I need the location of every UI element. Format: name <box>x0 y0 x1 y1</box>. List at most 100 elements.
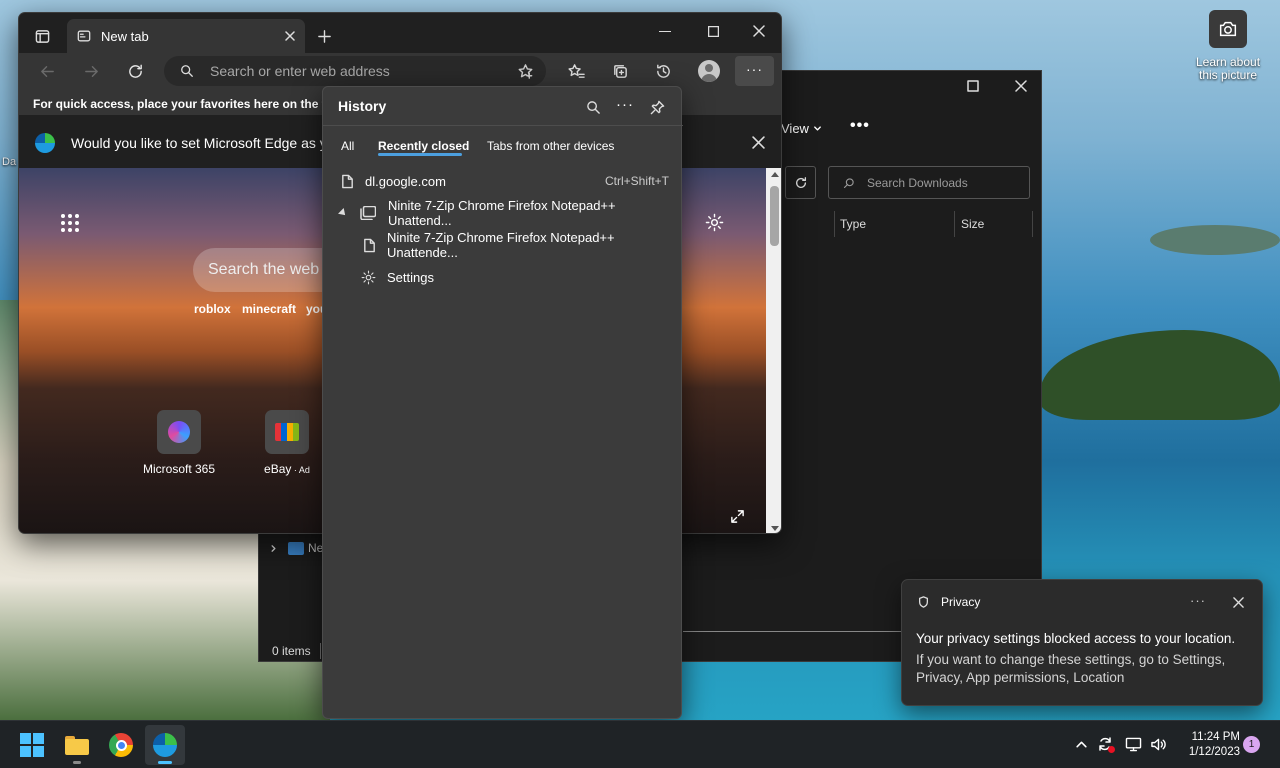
refresh-icon[interactable] <box>123 60 147 82</box>
infobar-close-icon[interactable] <box>752 136 765 149</box>
chevron-down-icon <box>813 124 822 133</box>
ebay-icon <box>265 410 309 454</box>
taskbar-edge[interactable] <box>145 725 185 765</box>
windows-logo-icon <box>20 733 44 757</box>
refresh-button[interactable] <box>785 166 816 199</box>
infobar-text: Would you like to set Microsoft Edge as … <box>71 135 343 151</box>
quick-link-tile[interactable]: eBay · Ad <box>245 410 329 476</box>
clock-time: 11:24 PM <box>1191 731 1240 743</box>
history-item[interactable]: Ninite 7-Zip Chrome Firefox Notepad++ Un… <box>323 229 681 261</box>
chrome-icon <box>109 733 133 757</box>
minimize-icon[interactable] <box>659 31 671 32</box>
history-flyout: History ··· All Recently closed Tabs fro… <box>322 86 683 719</box>
taskbar-clock[interactable]: 11:24 PM 1/12/2023 <box>1174 730 1240 760</box>
scrollbar-thumb[interactable] <box>770 186 779 246</box>
add-favorite-star-icon[interactable] <box>517 63 534 80</box>
history-item[interactable]: Settings <box>323 261 681 293</box>
pin-icon[interactable] <box>647 97 667 117</box>
history-tab-recently-closed[interactable]: Recently closed <box>378 139 469 153</box>
history-tab-other-devices[interactable]: Tabs from other devices <box>487 139 614 153</box>
app-launcher-icon[interactable] <box>61 214 79 232</box>
chevron-up-icon[interactable] <box>1074 737 1088 751</box>
address-bar[interactable]: Search or enter web address <box>164 56 546 86</box>
volume-icon[interactable] <box>1149 735 1167 753</box>
page-scrollbar[interactable] <box>766 168 781 533</box>
view-menu-button[interactable]: View <box>781 121 822 136</box>
search-downloads-input[interactable]: Search Downloads <box>828 166 1030 199</box>
column-header-size[interactable]: Size <box>961 217 984 231</box>
desktop-island <box>1040 330 1280 420</box>
quick-link-tile[interactable]: Microsoft 365 <box>137 410 221 476</box>
search-icon <box>843 177 855 189</box>
history-tab-all[interactable]: All <box>341 139 354 153</box>
notification-close-icon[interactable] <box>1232 596 1244 608</box>
start-button[interactable] <box>12 725 52 765</box>
status-divider <box>320 643 321 659</box>
sync-icon[interactable] <box>1096 735 1115 753</box>
notification-body: If you want to change these settings, go… <box>916 652 1226 685</box>
back-arrow-icon[interactable] <box>35 60 59 82</box>
taskbar: 11:24 PM 1/12/2023 1 <box>0 720 1280 768</box>
running-indicator <box>73 761 81 764</box>
tab-actions-icon[interactable] <box>31 25 53 47</box>
view-label: View <box>781 121 809 136</box>
notification-more-icon[interactable]: ··· <box>1190 593 1206 608</box>
shield-icon <box>918 596 929 608</box>
history-item[interactable]: dl.google.com Ctrl+Shift+T <box>323 165 681 197</box>
close-icon[interactable] <box>1007 77 1035 95</box>
window-tabs-icon <box>360 206 376 220</box>
close-window-icon[interactable] <box>751 23 767 39</box>
scroll-down-arrow-icon[interactable] <box>771 526 779 531</box>
suggestion-chip[interactable]: minecraft <box>242 302 306 316</box>
scroll-up-arrow-icon[interactable] <box>771 172 779 177</box>
history-icon[interactable] <box>652 60 674 82</box>
fullscreen-expand-icon[interactable] <box>727 506 747 526</box>
new-tab-plus-icon[interactable] <box>313 25 335 47</box>
notification-app-name: Privacy <box>941 595 981 609</box>
tile-label: Microsoft 365 <box>142 462 216 476</box>
forward-arrow-icon[interactable] <box>79 60 103 82</box>
favorites-icon[interactable] <box>565 60 587 82</box>
clock-date: 1/12/2023 <box>1188 746 1240 758</box>
taskbar-file-explorer[interactable] <box>57 725 97 765</box>
column-header-type[interactable]: Type <box>840 217 866 231</box>
desktop-island-far <box>1150 225 1280 255</box>
desktop-icon-learn-about-picture[interactable]: Learn about this picture <box>1190 10 1266 82</box>
chevron-right-icon <box>269 544 278 553</box>
suggestion-chip[interactable]: roblox <box>194 302 242 316</box>
nav-tree-item-network[interactable]: Ne <box>269 541 323 555</box>
column-divider <box>1032 211 1033 237</box>
profile-avatar[interactable] <box>698 60 720 82</box>
network-icon <box>288 541 304 555</box>
edge-icon <box>153 733 177 757</box>
collections-icon[interactable] <box>609 60 631 82</box>
network-icon[interactable] <box>1124 735 1142 753</box>
tab-close-icon[interactable] <box>285 31 295 41</box>
history-more-options-icon[interactable]: ··· <box>616 96 634 113</box>
history-item-label: dl.google.com <box>365 173 446 189</box>
taskbar-chrome[interactable] <box>101 725 141 765</box>
privacy-notification[interactable]: Privacy ··· Your privacy settings blocke… <box>901 579 1263 706</box>
search-suggestions: roblox minecraft you <box>194 302 327 316</box>
notification-title: Your privacy settings blocked access to … <box>916 631 1236 646</box>
refresh-icon <box>795 176 806 188</box>
error-badge <box>1108 746 1115 753</box>
notification-header: Privacy <box>918 595 980 609</box>
history-header-divider <box>323 125 683 126</box>
active-indicator <box>158 761 172 764</box>
collapse-triangle-icon[interactable] <box>338 208 348 218</box>
maximize-icon[interactable] <box>705 23 721 39</box>
page-icon <box>341 174 354 189</box>
settings-and-more-button[interactable]: ··· <box>735 56 774 86</box>
history-search-icon[interactable] <box>583 97 603 117</box>
settings-gear-icon <box>361 270 376 285</box>
edge-logo-icon <box>35 133 55 153</box>
more-options-icon[interactable]: ••• <box>850 117 870 135</box>
maximize-icon[interactable] <box>959 77 987 95</box>
notification-count-badge[interactable]: 1 <box>1243 736 1260 753</box>
tab-new-tab[interactable]: New tab <box>67 19 305 53</box>
desktop-left-label: Da <box>2 156 17 168</box>
page-settings-gear-icon[interactable] <box>703 211 725 233</box>
column-divider <box>954 211 955 237</box>
history-item-window-group[interactable]: Ninite 7-Zip Chrome Firefox Notepad++ Un… <box>323 197 681 229</box>
